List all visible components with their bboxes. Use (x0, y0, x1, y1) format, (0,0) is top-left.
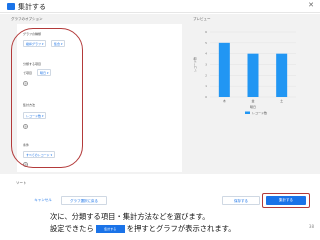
y-tick-label: 2 (205, 73, 207, 77)
bar (247, 53, 259, 97)
bar (276, 53, 288, 97)
inline-aggregate-button: 集計する (95, 225, 125, 233)
x-tick-label: 土 (280, 98, 283, 103)
cancel-button[interactable]: キャンセル (27, 196, 59, 205)
y-tick-label: 5 (205, 41, 207, 45)
save-button[interactable]: 保存する (222, 196, 260, 205)
y-tick-label: 0 (205, 95, 207, 99)
y-tick-label: 6 (205, 30, 207, 34)
y-axis-label: レコード数 (192, 57, 197, 72)
dialog-title: 集計する (18, 3, 46, 11)
bar-chart: 6543210レコード数木金土曜日レコード数 (192, 30, 296, 115)
caption-text-after: を押すとグラフが表示されます。 (126, 224, 236, 233)
aggregate-button[interactable]: 集計する (266, 196, 306, 205)
preview-header: プレビュー (193, 17, 211, 21)
y-tick-label: 4 (205, 52, 207, 56)
close-icon[interactable]: ✕ (308, 1, 314, 9)
bar (218, 42, 230, 97)
caption-text-before: 設定できたら (50, 224, 94, 233)
legend-swatch (245, 111, 250, 114)
back-to-graph-select-button[interactable]: グラフ選択に戻る (61, 196, 107, 205)
x-axis-label: 曜日 (250, 104, 256, 109)
chart-icon (7, 3, 15, 10)
dialog-titlebar: 集計する ✕ (0, 0, 320, 13)
chart-preview: 6 5 4 3 2 1 0 レコード数木金土曜日 レコード数 (186, 24, 320, 124)
legend-label: レコード数 (252, 110, 267, 115)
caption-line-2: 設定できたら 集計する を押すとグラフが表示されます。 (50, 224, 236, 234)
x-tick-label: 金 (251, 98, 254, 103)
y-tick-label: 1 (205, 84, 207, 88)
sort-label: ソート (16, 181, 27, 185)
graph-options-header: グラフのオプション (11, 17, 43, 21)
x-tick-label: 木 (223, 98, 226, 103)
aggregate-dialog: 集計する ✕ グラフのオプション プレビュー グラフの種類 縦棒グラフ ▾ 集合… (0, 0, 320, 210)
page-number: 38 (308, 224, 314, 229)
y-tick-label: 3 (205, 63, 207, 67)
highlight-oval (11, 28, 83, 168)
caption-line-1: 次に、分類する項目・集計方法などを選びます。 (50, 212, 210, 221)
